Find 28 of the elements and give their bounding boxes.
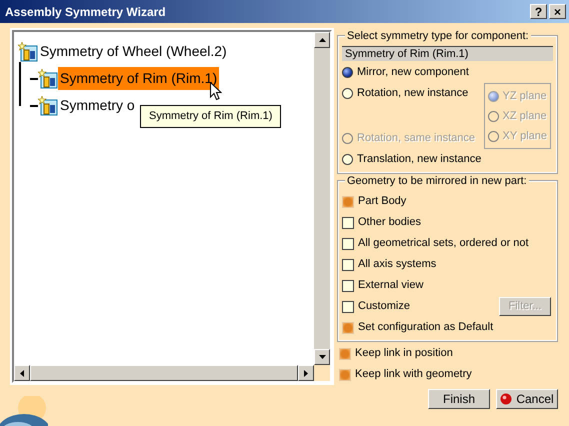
component-field: Symmetry of Rim (Rim.1)	[342, 46, 553, 61]
option-label: XZ plane	[502, 108, 547, 124]
option-label: Translation, new instance	[357, 152, 482, 168]
window-title: Assembly Symmetry Wizard	[5, 4, 167, 20]
option-label: Customize	[358, 299, 410, 314]
tooltip: Symmetry of Rim (Rim.1)	[140, 105, 282, 128]
tree-item[interactable]: Symmetry o	[58, 94, 137, 117]
option-label: Set configuration as Default	[358, 320, 494, 336]
option-label: XY plane	[502, 128, 547, 144]
option-label: Other bodies	[358, 215, 421, 230]
option-label: Mirror, new component	[357, 65, 469, 80]
option-label: Keep link in position	[355, 346, 453, 362]
tree-item[interactable]: Symmetry of Wheel (Wheel.2)	[38, 40, 229, 63]
option-label: Rotation, same instance	[357, 131, 476, 146]
option-label: Keep link with geometry	[355, 367, 472, 382]
group-legend: Geometry to be mirrored in new part:	[345, 175, 529, 188]
option-label: All axis systems	[358, 257, 436, 272]
option-label: Rotation, new instance	[357, 86, 468, 102]
option-label: External view	[358, 278, 424, 294]
cancel-button[interactable]: Cancel	[496, 389, 558, 409]
option-label: All geometrical sets, ordered or not	[358, 236, 529, 252]
finish-button[interactable]: Finish	[428, 389, 490, 409]
tree-item[interactable]: Symmetry of Rim (Rim.1)	[58, 67, 220, 90]
group-legend: Select symmetry type for component:	[345, 30, 531, 43]
option-label: Part Body	[358, 194, 406, 210]
help-button[interactable]: ?	[530, 4, 547, 19]
option-label: YZ plane	[502, 88, 547, 104]
close-button[interactable]: ×	[549, 4, 566, 19]
